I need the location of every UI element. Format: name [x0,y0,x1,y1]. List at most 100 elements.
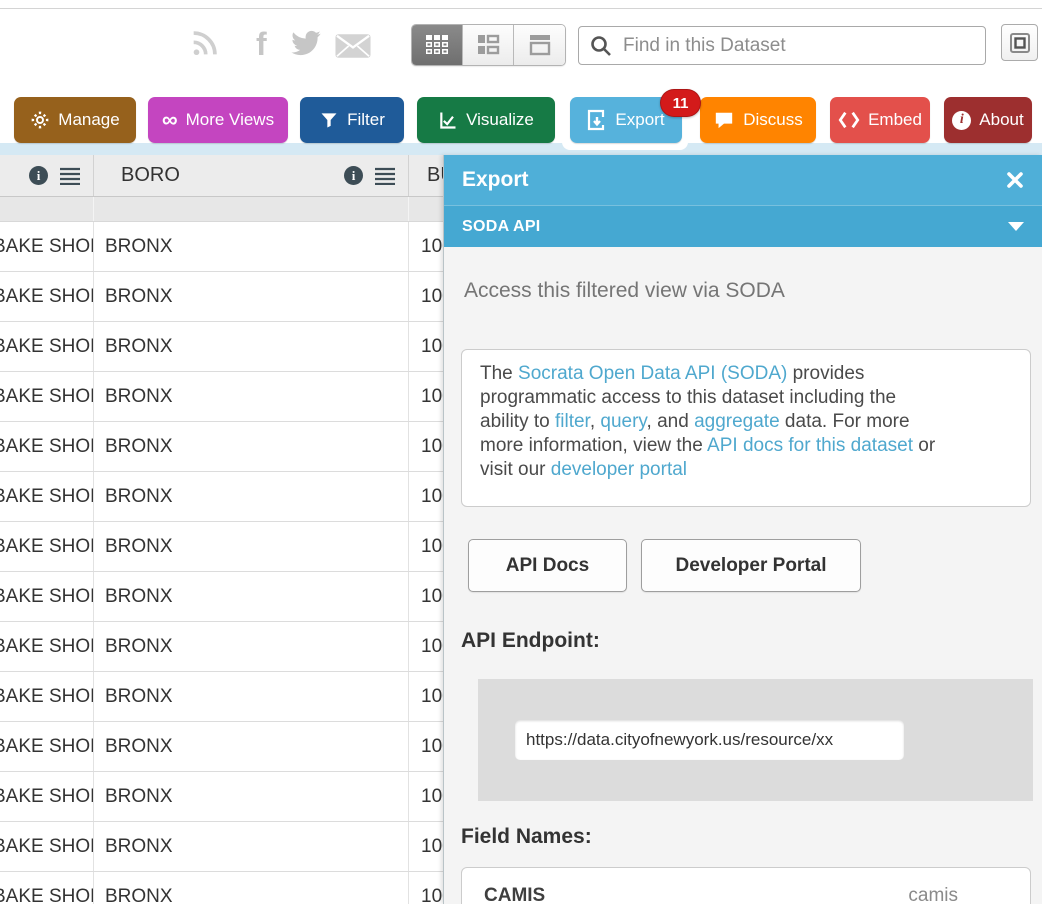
soda-info-link[interactable]: Socrata Open Data API (SODA) [518,363,787,384]
cell-boro[interactable]: BRONX [94,572,409,621]
fullscreen-button[interactable] [1001,24,1038,61]
cell-dba[interactable]: BAKE SHOP [0,822,94,871]
twitter-icon[interactable] [290,30,322,58]
api-endpoint-input[interactable] [515,720,904,760]
api-docs-button[interactable]: API Docs [468,539,627,592]
cell-boro[interactable]: BRONX [94,372,409,421]
table-row[interactable]: BAKE SHOPBRONX1007 [0,722,444,772]
column-info-icon[interactable]: i [344,166,363,185]
cell-dba[interactable]: BAKE SHOP [0,422,94,471]
cell-building[interactable]: 1007 [409,622,444,671]
table-row[interactable]: BAKE SHOPBRONX1007 [0,572,444,622]
cell-dba[interactable]: BAKE SHOP [0,222,94,271]
column-header-building[interactable]: BUILDING [409,155,444,196]
cell-building[interactable]: 1007 [409,472,444,521]
cell-boro[interactable]: BRONX [94,772,409,821]
cell-boro[interactable]: BRONX [94,622,409,671]
soda-info-link[interactable]: filter [555,411,590,432]
about-button[interactable]: i About [944,97,1032,143]
manage-button[interactable]: Manage [14,97,136,143]
column-menu-icon[interactable] [59,167,81,185]
cell-boro[interactable]: BRONX [94,822,409,871]
table-row[interactable]: BAKE SHOPBRONX1007 [0,622,444,672]
table-row[interactable]: BAKE SHOPBRONX1007 [0,672,444,722]
cell-dba[interactable]: BAKE SHOP [0,322,94,371]
cell-dba[interactable]: BAKE SHOP [0,672,94,721]
email-icon[interactable] [334,32,372,60]
field-display-name: CAMIS [484,885,908,904]
developer-portal-button[interactable]: Developer Portal [641,539,861,592]
discuss-button[interactable]: Discuss [700,97,816,143]
column-header-boro[interactable]: BORO i [94,155,409,196]
cell-dba[interactable]: BAKE SHOP [0,722,94,771]
soda-info-link[interactable]: aggregate [694,411,780,432]
cell-building[interactable]: 1007 [409,522,444,571]
rich-list-view-button[interactable] [463,25,514,65]
embed-button[interactable]: Embed [830,97,930,143]
cell-dba[interactable]: BAKE SHOP [0,772,94,821]
embed-label: Embed [868,110,922,130]
facebook-icon[interactable]: f [256,26,267,63]
cell-boro[interactable]: BRONX [94,422,409,471]
cell-building[interactable]: 1007 [409,872,444,904]
table-row[interactable]: BAKE SHOPBRONX1007 [0,222,444,272]
column-header-building-label: BUILDING [427,164,444,187]
cell-boro[interactable]: BRONX [94,872,409,904]
cell-building[interactable]: 1007 [409,422,444,471]
cell-dba[interactable]: BAKE SHOP [0,522,94,571]
table-row[interactable]: BAKE SHOPBRONX1007 [0,522,444,572]
table-row[interactable]: BAKE SHOPBRONX1007 [0,322,444,372]
cell-building[interactable]: 1007 [409,272,444,321]
cell-dba[interactable]: BAKE SHOP [0,572,94,621]
dataset-table: i BORO i BUILDING [0,155,444,904]
soda-api-section-header[interactable]: SODA API [444,205,1042,247]
cell-boro[interactable]: BRONX [94,222,409,271]
funnel-icon [319,110,339,130]
cell-boro[interactable]: BRONX [94,272,409,321]
cell-building[interactable]: 1007 [409,822,444,871]
table-row[interactable]: BAKE SHOPBRONX1007 [0,272,444,322]
cell-boro[interactable]: BRONX [94,472,409,521]
table-row[interactable]: BAKE SHOPBRONX1007 [0,422,444,472]
soda-info-link[interactable]: API docs for this dataset [707,435,913,456]
column-menu-icon[interactable] [374,167,396,185]
cell-boro[interactable]: BRONX [94,722,409,771]
cell-building[interactable]: 1007 [409,722,444,771]
table-row[interactable]: BAKE SHOPBRONX1007 [0,872,444,904]
cell-building[interactable]: 1007 [409,572,444,621]
export-panel: Export SODA API Access this filtered vie… [443,155,1042,904]
cell-building[interactable]: 1007 [409,222,444,271]
more-views-button[interactable]: ∞ More Views [148,97,288,143]
filter-button[interactable]: Filter [300,97,404,143]
export-panel-body: Access this filtered view via SODA The S… [444,247,1042,904]
search-input[interactable] [623,35,975,57]
page-view-button[interactable] [514,25,565,65]
soda-info-line: ability to filter, query, and aggregate … [480,410,1012,434]
cell-dba[interactable]: BAKE SHOP [0,872,94,904]
cell-boro[interactable]: BRONX [94,672,409,721]
cell-building[interactable]: 1007 [409,772,444,821]
cell-building[interactable]: 1007 [409,322,444,371]
about-label: About [979,110,1023,130]
cell-dba[interactable]: BAKE SHOP [0,372,94,421]
cell-building[interactable]: 1007 [409,672,444,721]
soda-info-link[interactable]: developer portal [551,459,687,480]
cell-dba[interactable]: BAKE SHOP [0,472,94,521]
grid-view-button[interactable] [412,25,463,65]
cell-boro[interactable]: BRONX [94,322,409,371]
visualize-button[interactable]: Visualize [417,97,555,143]
table-row[interactable]: BAKE SHOPBRONX1007 [0,472,444,522]
column-info-icon[interactable]: i [29,166,48,185]
table-row[interactable]: BAKE SHOPBRONX1007 [0,822,444,872]
table-row[interactable]: BAKE SHOPBRONX1007 [0,772,444,822]
cell-dba[interactable]: BAKE SHOP [0,272,94,321]
rss-icon[interactable] [188,26,222,60]
table-header-row: i BORO i BUILDING [0,155,444,197]
column-header-dba[interactable]: i [0,155,94,196]
cell-dba[interactable]: BAKE SHOP [0,622,94,671]
cell-building[interactable]: 1007 [409,372,444,421]
table-row[interactable]: BAKE SHOPBRONX1007 [0,372,444,422]
close-icon[interactable] [1006,171,1024,189]
cell-boro[interactable]: BRONX [94,522,409,571]
soda-info-link[interactable]: query [600,411,646,432]
